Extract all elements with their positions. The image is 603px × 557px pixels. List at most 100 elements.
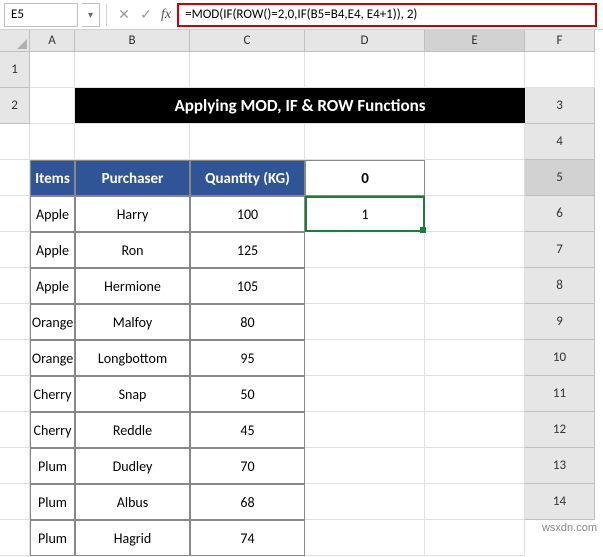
cell[interactable] [30,52,75,88]
row-header-4[interactable]: 4 [525,124,595,160]
col-header-E[interactable]: E [425,30,525,52]
cell[interactable] [305,376,425,412]
cell-E5-active[interactable]: 1 [305,196,425,232]
cell[interactable] [425,196,525,232]
cell[interactable] [190,52,305,88]
cell[interactable] [305,232,425,268]
row-header-12[interactable]: 12 [525,412,595,448]
table-cell[interactable]: Apple [30,196,75,232]
table-cell[interactable]: 105 [190,268,305,304]
table-cell[interactable]: Plum [30,448,75,484]
cell[interactable] [0,124,30,160]
table-cell[interactable]: Plum [30,484,75,520]
table-cell[interactable]: Dudley [75,448,190,484]
cell[interactable] [305,268,425,304]
name-box-dropdown[interactable]: ▾ [82,3,100,27]
cell[interactable] [0,304,30,340]
cell[interactable] [425,484,525,520]
row-header-2[interactable]: 2 [0,88,30,124]
table-cell[interactable]: Apple [30,268,75,304]
cell[interactable] [190,124,305,160]
table-cell[interactable]: Hermione [75,268,190,304]
cell[interactable] [0,268,30,304]
fx-label[interactable]: fx [161,7,171,23]
cell[interactable] [0,160,30,196]
col-header-F[interactable]: F [525,30,595,52]
table-header-items[interactable]: Items [30,160,75,196]
table-cell[interactable]: 95 [190,340,305,376]
table-header-quantity[interactable]: Quantity (KG) [190,160,305,196]
select-all-corner[interactable] [0,30,30,52]
table-cell[interactable]: Apple [30,232,75,268]
table-cell[interactable]: 68 [190,484,305,520]
table-cell[interactable]: 70 [190,448,305,484]
table-cell[interactable]: 45 [190,412,305,448]
cell[interactable] [425,520,525,556]
cell[interactable] [305,412,425,448]
col-header-B[interactable]: B [75,30,190,52]
cell[interactable] [75,52,190,88]
cell[interactable] [305,520,425,556]
cell[interactable] [0,484,30,520]
cell[interactable] [425,268,525,304]
row-header-5[interactable]: 5 [525,160,595,196]
table-cell[interactable]: Longbottom [75,340,190,376]
formula-input[interactable]: =MOD(IF(ROW()=2,0,IF(B5=B4,E4, E4+1)), 2… [177,3,597,27]
row-header-1[interactable]: 1 [0,52,30,88]
cell[interactable] [0,376,30,412]
table-cell[interactable]: Ron [75,232,190,268]
table-cell[interactable]: Orange [30,340,75,376]
table-cell[interactable]: 50 [190,376,305,412]
cell[interactable] [525,52,595,88]
row-header-11[interactable]: 11 [525,376,595,412]
row-header-13[interactable]: 13 [525,448,595,484]
row-header-10[interactable]: 10 [525,340,595,376]
cell[interactable] [0,448,30,484]
enter-button[interactable]: ✓ [137,6,155,24]
row-header-9[interactable]: 9 [525,304,595,340]
cell[interactable] [425,124,525,160]
table-cell[interactable]: Malfoy [75,304,190,340]
cell[interactable] [425,160,525,196]
cell[interactable] [0,412,30,448]
cell[interactable] [425,304,525,340]
table-cell[interactable]: Hagrid [75,520,190,556]
table-cell[interactable]: Albus [75,484,190,520]
cell[interactable] [75,124,190,160]
row-header-8[interactable]: 8 [525,268,595,304]
cancel-button[interactable]: ✕ [115,6,133,24]
table-cell[interactable]: Harry [75,196,190,232]
row-header-14[interactable]: 14 [525,484,595,520]
table-cell[interactable]: Plum [30,520,75,556]
cell[interactable] [305,124,425,160]
table-cell[interactable]: 74 [190,520,305,556]
cell[interactable] [0,340,30,376]
table-cell[interactable]: Snap [75,376,190,412]
table-cell[interactable]: Cherry [30,412,75,448]
row-header-7[interactable]: 7 [525,232,595,268]
cell[interactable] [425,232,525,268]
cell-E4[interactable]: 0 [305,160,425,196]
table-cell[interactable]: 125 [190,232,305,268]
cell[interactable] [305,304,425,340]
table-cell[interactable]: 80 [190,304,305,340]
row-header-3[interactable]: 3 [525,88,595,124]
cell[interactable] [0,196,30,232]
cell[interactable] [425,340,525,376]
cell[interactable] [425,376,525,412]
cell[interactable] [30,124,75,160]
table-cell[interactable]: Orange [30,304,75,340]
cell[interactable] [305,340,425,376]
table-header-purchaser[interactable]: Purchaser [75,160,190,196]
col-header-A[interactable]: A [30,30,75,52]
name-box[interactable]: E5 [4,3,78,27]
cell[interactable] [305,448,425,484]
cell[interactable] [305,52,425,88]
cell[interactable] [305,484,425,520]
table-cell[interactable]: Cherry [30,376,75,412]
table-cell[interactable]: Reddle [75,412,190,448]
cell[interactable] [0,232,30,268]
row-header-6[interactable]: 6 [525,196,595,232]
col-header-C[interactable]: C [190,30,305,52]
cell[interactable] [425,52,525,88]
